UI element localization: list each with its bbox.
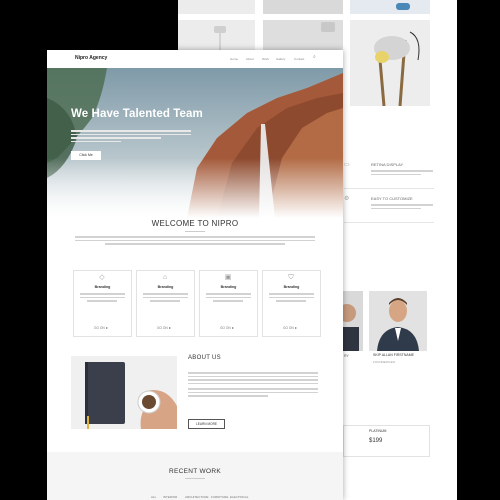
hero-cta-button[interactable]: Click Me (71, 151, 101, 160)
team-name: SKIP ALLAN FIRSTNAME (373, 353, 414, 357)
search-icon[interactable]: ⌕ (313, 54, 316, 60)
arrow-icon: ▸ (232, 325, 235, 330)
arrow-icon: ▸ (295, 325, 298, 330)
about-title: ABOUT US (188, 355, 221, 361)
shield-icon: ⛉ (288, 274, 294, 281)
about-description (188, 372, 318, 399)
filter-electrical[interactable]: ELECTRICAL (230, 495, 249, 499)
person-icon (343, 304, 359, 351)
title-underline (185, 231, 205, 232)
front-page-mockup: Nipro Agency Home About Work Gallery Con… (47, 50, 343, 500)
gallery-thumb[interactable] (350, 0, 430, 14)
divider (344, 188, 434, 189)
nav-home[interactable]: Home (230, 57, 238, 61)
plan-name: PLATINUM (369, 429, 387, 433)
card-link[interactable]: GO ON (220, 326, 231, 330)
recent-work-section: RECENT WORK ALL INTERIOR ARCHITECTURE FU… (47, 452, 343, 500)
gallery-thumb[interactable] (350, 20, 430, 107)
filter-furniture[interactable]: FURNITURE (211, 495, 228, 499)
service-card[interactable]: ◇ Branding GO ON ▸ (73, 270, 132, 337)
card-title: Branding (94, 285, 111, 289)
card-link[interactable]: GO ON (94, 326, 105, 330)
image-icon: ▣ (224, 274, 232, 281)
learn-more-button[interactable]: LEARN MORE (188, 419, 225, 429)
recent-work-title: RECENT WORK (169, 468, 221, 475)
welcome-description (75, 236, 315, 247)
divider (344, 222, 434, 223)
gallery-thumb[interactable] (178, 0, 255, 14)
brand-logo[interactable]: Nipro Agency (75, 55, 107, 61)
about-image (71, 356, 177, 429)
filter-architecture[interactable]: ARCHITECTURE (185, 495, 209, 499)
card-title: Branding (283, 285, 300, 289)
person-icon (377, 298, 419, 351)
pricing-table: PLATINUM $199 (343, 425, 430, 457)
display-icon: ▭ (344, 162, 350, 168)
card-link[interactable]: GO ON (157, 326, 168, 330)
product-icon (396, 3, 410, 10)
diamond-icon: ◇ (99, 274, 105, 281)
filter-interior[interactable]: INTERIOR (163, 495, 177, 499)
gallery-thumb[interactable] (263, 0, 343, 14)
title-underline (185, 478, 205, 479)
arrow-icon: ▸ (169, 325, 172, 330)
welcome-title: WELCOME TO NIPRO (151, 219, 239, 228)
card-title: Branding (157, 285, 174, 289)
rocket-icon: ⌂ (162, 274, 168, 281)
nav-about[interactable]: About (246, 57, 254, 61)
feature-title: RETINA DISPLAY (371, 162, 404, 167)
service-card[interactable]: ⌂ Branding GO ON ▸ (136, 270, 195, 337)
navbar: Nipro Agency Home About Work Gallery Con… (47, 50, 343, 68)
card-link[interactable]: GO ON (283, 326, 294, 330)
service-card[interactable]: ▣ Branding GO ON ▸ (199, 270, 258, 337)
hero-title: We Have Talented Team (71, 108, 203, 120)
arrow-icon: ▸ (106, 325, 109, 330)
team-photo (343, 291, 363, 351)
service-card[interactable]: ⛉ Branding GO ON ▸ (262, 270, 321, 337)
card-title: Branding (220, 285, 237, 289)
feature-title: EASY TO CUSTOMIZE (371, 196, 413, 201)
team-role: FOUNDER/CEO (373, 360, 396, 364)
nav-contact[interactable]: Contact (294, 57, 304, 61)
hero-banner: We Have Talented Team Click Me (47, 68, 343, 218)
notebook-coffee-image (85, 362, 177, 429)
nav-gallery[interactable]: Gallery (276, 57, 286, 61)
team-name-fragment: RY (344, 354, 349, 358)
filter-all[interactable]: ALL (151, 495, 156, 499)
team-photo (369, 291, 427, 351)
hero-description (71, 130, 191, 144)
nav-work[interactable]: Work (262, 57, 269, 61)
lamp-icon (374, 31, 420, 107)
settings-icon: ⚙ (344, 196, 350, 202)
plan-price: $199 (369, 438, 383, 444)
